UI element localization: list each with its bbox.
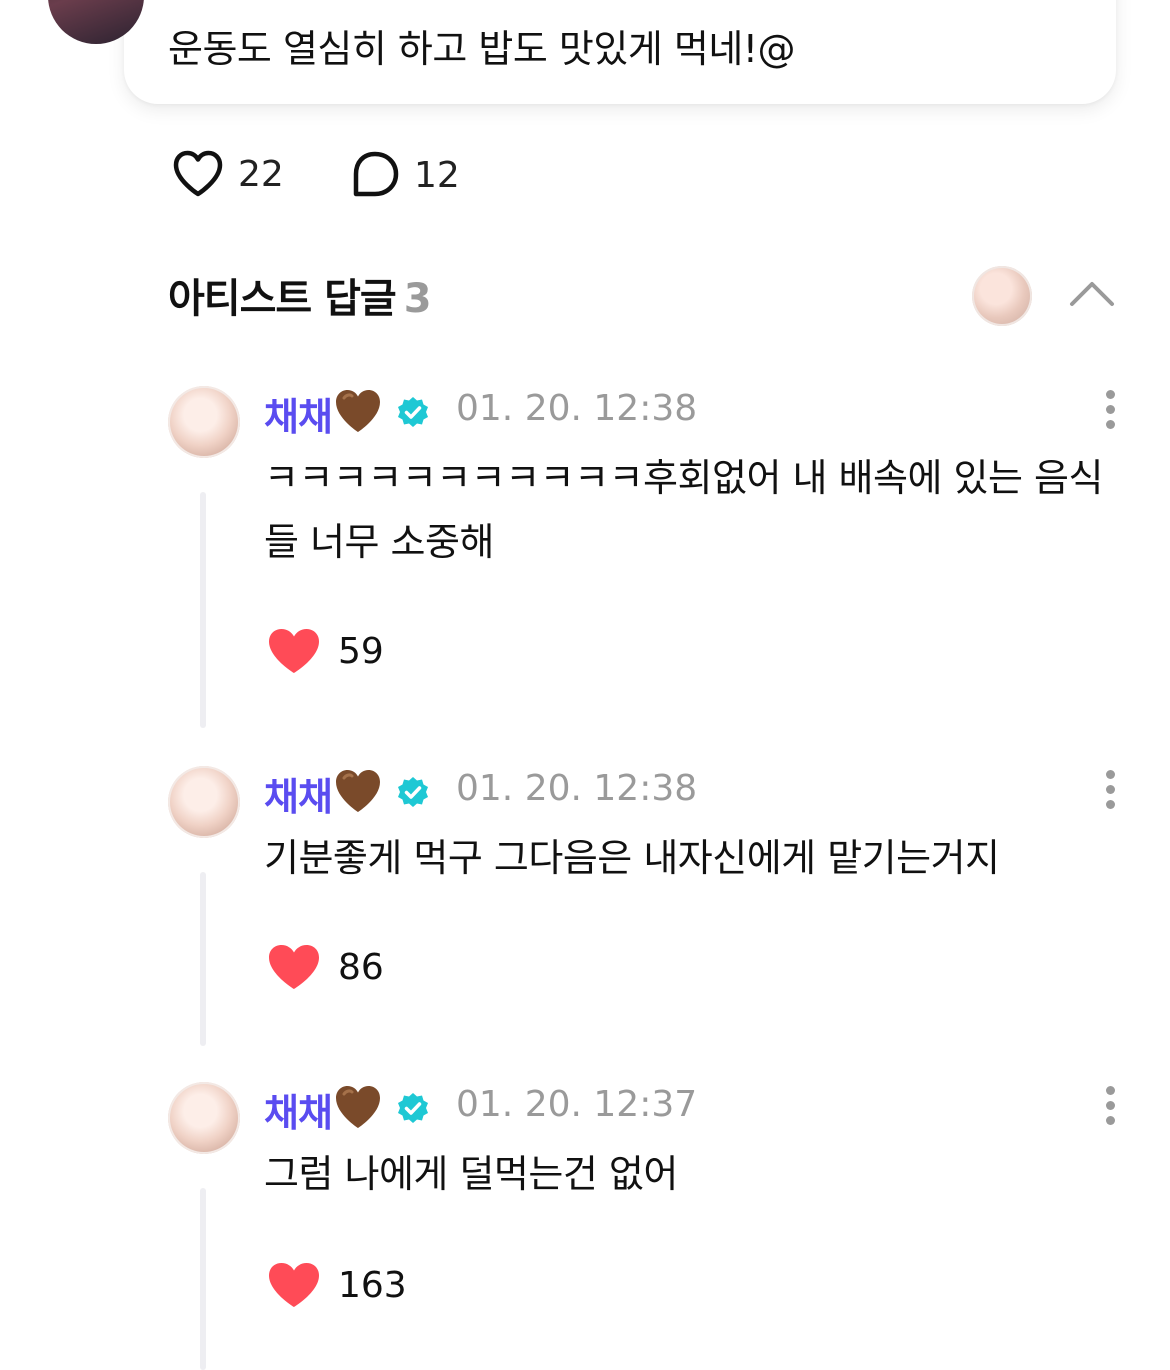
brown-heart-icon [336,770,380,812]
post-comment-count: 12 [414,154,460,196]
reply-text: ㅋㅋㅋㅋㅋㅋㅋㅋㅋㅋㅋ후회없어 내 배속에 있는 음식들 너무 소중해 [264,456,1103,564]
reply-text: 기분좋게 먹구 그다음은 내자신에게 맡기는거지 [264,836,1000,880]
artist-replies-title: 아티스트 답글 [168,276,397,322]
artist-name[interactable]: 채채 [264,1082,333,1137]
reply-like-button[interactable]: 86 [266,942,384,992]
post-like-count: 22 [238,153,284,195]
verified-badge-icon [398,397,428,427]
reply-like-button[interactable]: 163 [266,1260,407,1310]
more-options-icon[interactable] [1100,1086,1120,1126]
post-text: 운동도 열심히 하고 밥도 맛있게 먹네!@ [168,27,796,71]
reply-timestamp: 01. 20. 12:38 [456,768,698,809]
heart-filled-icon [269,945,319,989]
verified-badge-icon [398,777,428,807]
reply-like-count: 59 [338,630,384,672]
heart-outline-icon [173,150,223,197]
reply-like-button[interactable]: 59 [266,626,384,676]
avatar[interactable] [168,1082,240,1154]
more-options-icon[interactable] [1100,770,1120,810]
post-card: 운동도 열심히 하고 밥도 맛있게 먹네!@ [124,0,1116,104]
thread-line [200,492,206,728]
post-comment-button[interactable]: 12 [350,150,460,200]
brown-heart-icon [336,1086,380,1128]
heart-filled-icon [269,1263,319,1307]
avatar[interactable] [168,386,240,458]
comment-bubble-icon [353,151,399,197]
artist-name[interactable]: 채채 [264,766,333,821]
thread-line [200,872,206,1046]
heart-filled-icon [269,629,319,673]
brown-heart-icon [336,390,380,432]
thread-line [200,1188,206,1370]
more-options-icon[interactable] [1100,390,1120,430]
artist-replies-header: 아티스트 답글 3 [168,266,432,324]
chevron-up-icon[interactable] [1068,276,1116,308]
reply-timestamp: 01. 20. 12:37 [456,1084,698,1125]
reply-text: 그럼 나에게 덜먹는건 없어 [264,1152,678,1196]
post-like-button[interactable]: 22 [172,150,284,198]
reply-timestamp: 01. 20. 12:38 [456,388,698,429]
reply-like-count: 86 [338,946,384,988]
artist-replies-count: 3 [403,276,432,322]
artist-name[interactable]: 채채 [264,386,333,441]
avatar[interactable] [168,766,240,838]
reply-like-count: 163 [338,1264,407,1306]
verified-badge-icon [398,1093,428,1123]
artist-avatar[interactable] [972,266,1032,326]
